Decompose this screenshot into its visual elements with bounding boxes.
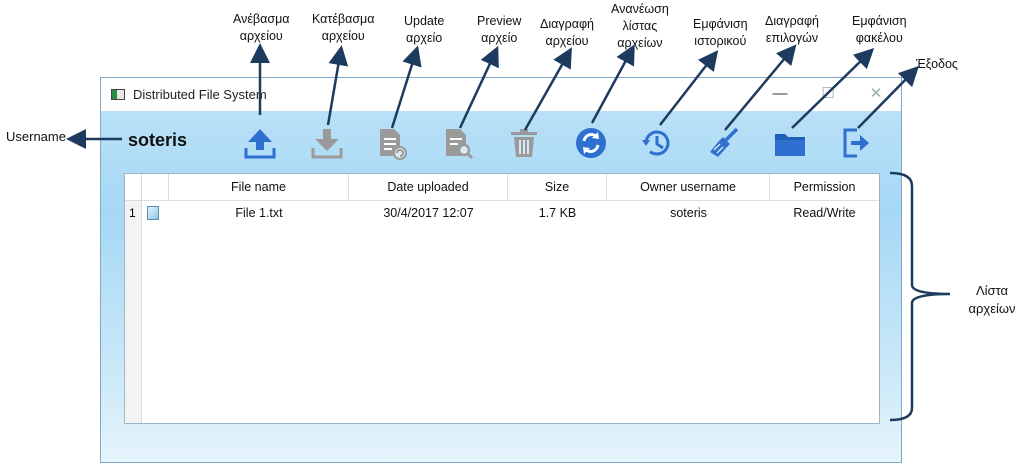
file-list-table: File name Date uploaded Size Owner usern… bbox=[124, 173, 880, 424]
update-file-button[interactable] bbox=[373, 125, 409, 161]
show-folder-button[interactable] bbox=[772, 125, 808, 161]
annotation-delete: Διαγραφή αρχείου bbox=[540, 16, 594, 50]
annotation-history: Εμφάνιση ιστορικού bbox=[693, 16, 748, 50]
annotation-delete-line1: Διαγραφή bbox=[540, 17, 594, 31]
annotation-history-line2: ιστορικού bbox=[694, 34, 747, 48]
annotation-file-list: Λίστα αρχείων bbox=[962, 282, 1022, 318]
annotation-exit-line1: Έξοδος bbox=[916, 57, 958, 71]
title-bar: Distributed File System — ☐ ✕ bbox=[101, 78, 901, 111]
refresh-button[interactable] bbox=[573, 125, 609, 161]
exit-icon bbox=[843, 128, 869, 158]
refresh-icon bbox=[576, 128, 606, 158]
annotation-preview-line2: αρχείο bbox=[481, 31, 518, 45]
upload-button[interactable] bbox=[242, 125, 278, 161]
column-header-file-name[interactable]: File name bbox=[169, 174, 349, 200]
preview-file-icon bbox=[446, 129, 474, 160]
app-window: Distributed File System — ☐ ✕ soteris Fi… bbox=[100, 77, 902, 463]
cell-file-name: File 1.txt bbox=[235, 206, 283, 220]
annotation-clear: Διαγραφή επιλογών bbox=[765, 13, 819, 47]
maximize-button[interactable]: ☐ bbox=[817, 84, 839, 104]
annotation-update: Update αρχείο bbox=[404, 13, 444, 47]
annotation-download-line1: Κατέβασμα bbox=[312, 12, 375, 26]
column-header-date-uploaded[interactable]: Date uploaded bbox=[349, 174, 508, 200]
table-row[interactable]: 1 File 1.txt 30/4/2017 12:07 1.7 KB sote… bbox=[125, 201, 879, 225]
annotation-history-line1: Εμφάνιση bbox=[693, 17, 748, 31]
app-icon bbox=[111, 89, 125, 100]
preview-file-button[interactable] bbox=[440, 125, 476, 161]
annotation-update-line1: Update bbox=[404, 14, 445, 28]
cell-owner-username: soteris bbox=[670, 206, 707, 220]
broom-icon bbox=[710, 127, 739, 157]
row-number: 1 bbox=[129, 206, 136, 220]
annotation-preview-line1: Preview bbox=[477, 14, 522, 28]
download-button[interactable] bbox=[309, 125, 345, 161]
clear-selection-button[interactable] bbox=[706, 125, 742, 161]
minimize-button[interactable]: — bbox=[769, 84, 791, 104]
column-header-size[interactable]: Size bbox=[508, 174, 607, 200]
annotation-clear-line1: Διαγραφή bbox=[765, 14, 819, 28]
table-header: File name Date uploaded Size Owner usern… bbox=[125, 174, 879, 201]
annotation-exit: Έξοδος bbox=[916, 56, 958, 73]
annotation-preview: Preview αρχείο bbox=[477, 13, 521, 47]
column-header-rownum bbox=[125, 174, 142, 200]
cell-date-uploaded: 30/4/2017 12:07 bbox=[383, 206, 474, 220]
history-button[interactable] bbox=[639, 125, 675, 161]
annotation-folder-line1: Εμφάνιση bbox=[852, 14, 907, 28]
annotation-upload-line1: Ανέβασμα bbox=[233, 12, 290, 26]
annotation-download: Κατέβασμα αρχείου bbox=[312, 11, 374, 45]
trash-icon bbox=[511, 129, 537, 157]
annotation-file-list-line1: Λίστα bbox=[975, 283, 1009, 298]
text-file-icon bbox=[147, 206, 159, 220]
annotation-refresh-line2: λίστας bbox=[622, 19, 658, 33]
annotation-delete-line2: αρχείου bbox=[545, 34, 589, 48]
annotation-refresh-line3: αρχείων bbox=[617, 36, 663, 50]
delete-file-button[interactable] bbox=[506, 125, 542, 161]
column-header-permission[interactable]: Permission bbox=[770, 174, 879, 200]
annotation-upload-line2: αρχείου bbox=[239, 29, 283, 43]
annotation-folder-line2: φακέλου bbox=[855, 31, 903, 45]
update-file-icon bbox=[380, 129, 407, 160]
download-icon bbox=[311, 129, 343, 159]
annotation-refresh-line1: Ανανέωση bbox=[611, 2, 669, 16]
annotation-username: Username bbox=[6, 129, 66, 144]
annotation-refresh: Ανανέωση λίστας αρχείων bbox=[611, 1, 669, 52]
window-title: Distributed File System bbox=[133, 87, 267, 102]
cell-size: 1.7 KB bbox=[538, 206, 577, 220]
upload-icon bbox=[244, 129, 276, 159]
annotation-folder: Εμφάνιση φακέλου bbox=[852, 13, 907, 47]
username-label: soteris bbox=[128, 130, 188, 150]
column-header-icon bbox=[142, 174, 169, 200]
history-icon bbox=[642, 130, 670, 156]
folder-icon bbox=[775, 134, 805, 156]
annotation-upload: Ανέβασμα αρχείου bbox=[233, 11, 290, 45]
annotation-update-line2: αρχείο bbox=[406, 31, 443, 45]
column-header-owner-username[interactable]: Owner username bbox=[607, 174, 770, 200]
annotation-file-list-line2: αρχείων bbox=[968, 301, 1016, 316]
annotation-download-line2: αρχείου bbox=[321, 29, 365, 43]
close-button[interactable]: ✕ bbox=[865, 84, 887, 104]
annotation-clear-line2: επιλογών bbox=[765, 31, 819, 45]
cell-permission: Read/Write bbox=[793, 206, 856, 220]
exit-button[interactable] bbox=[838, 125, 874, 161]
